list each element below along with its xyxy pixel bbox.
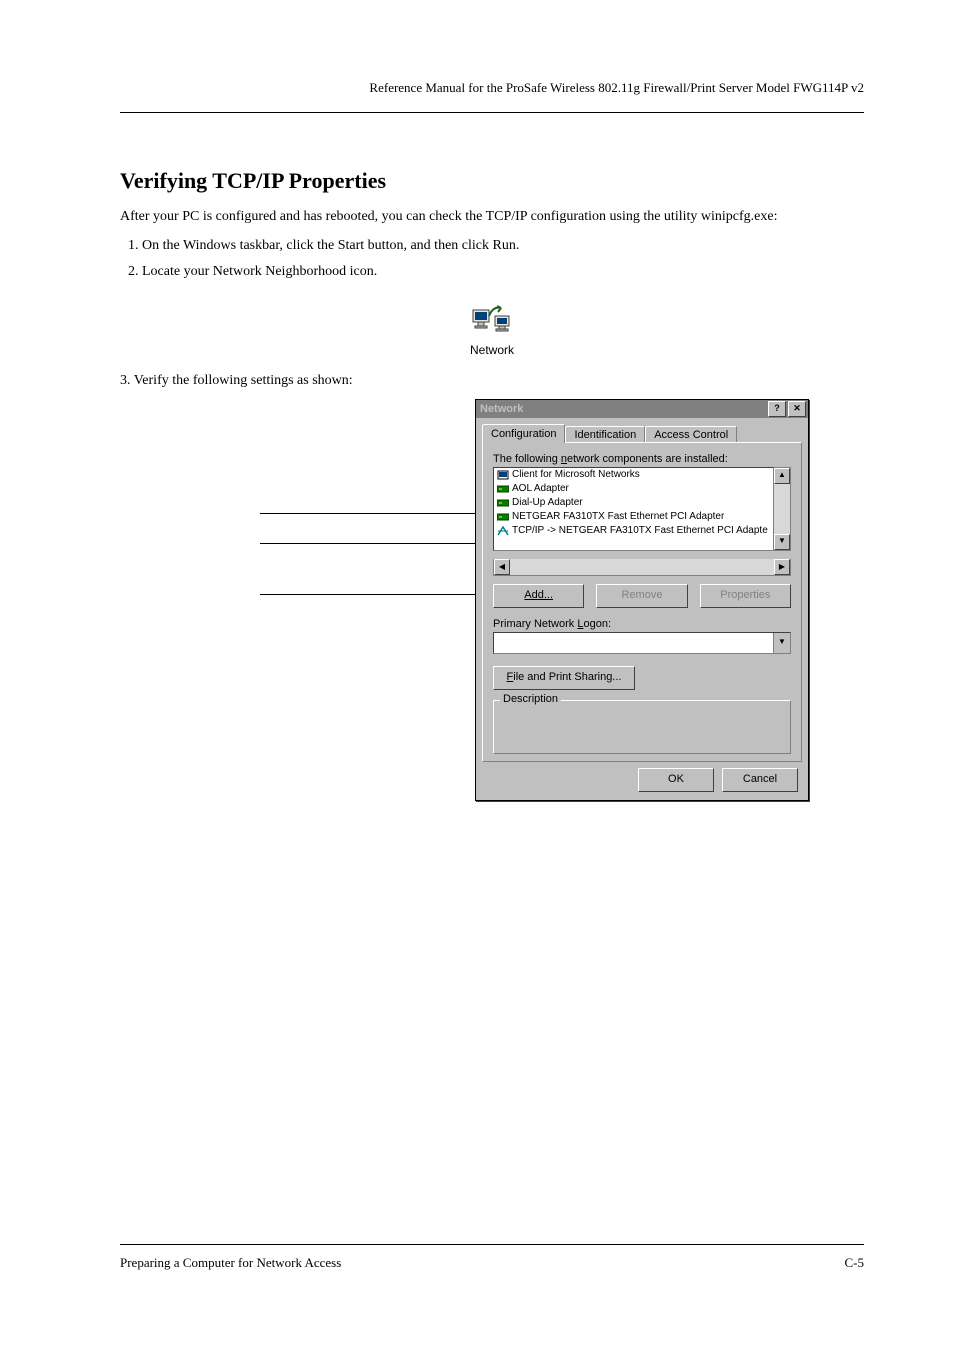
ok-button[interactable]: OK — [638, 768, 714, 792]
header-right: Reference Manual for the ProSafe Wireles… — [120, 80, 864, 96]
callout-line-3 — [260, 594, 490, 595]
tab-panel: The following network components are ins… — [482, 442, 802, 762]
file-print-sharing-button[interactable]: FFile and Print Sharing...ile and Print … — [493, 666, 635, 690]
network-icon — [471, 302, 513, 336]
list-item[interactable]: Client for Microsoft Networks — [494, 468, 773, 482]
section-title: Verifying TCP/IP Properties — [120, 168, 864, 194]
adapter-icon — [496, 497, 510, 509]
callout-line-2 — [260, 543, 475, 544]
scroll-right-icon[interactable]: ▶ — [774, 559, 790, 575]
tabstrip: Configuration Identification Access Cont… — [482, 422, 802, 442]
network-dialog: Network ? ✕ Configuration Identification… — [475, 399, 809, 801]
components-label: The following network components are ins… — [493, 453, 791, 465]
tab-identification[interactable]: Identification — [565, 426, 645, 443]
hscrollbar[interactable]: ◀ ▶ — [493, 559, 791, 576]
list-item[interactable]: NETGEAR FA310TX Fast Ethernet PCI Adapte… — [494, 510, 773, 524]
client-icon — [496, 469, 510, 481]
scroll-left-icon[interactable]: ◀ — [494, 559, 510, 575]
step-2: Locate your Network Neighborhood icon. — [142, 261, 864, 283]
close-button[interactable]: ✕ — [788, 401, 806, 417]
dialog-title: Network — [478, 403, 766, 415]
remove-button: Remove — [596, 584, 687, 608]
primary-logon-combo[interactable]: ▼ — [493, 632, 791, 654]
page-footer: Preparing a Computer for Network Access … — [120, 1244, 864, 1271]
protocol-icon — [496, 525, 510, 537]
steps-list: On the Windows taskbar, click the Start … — [142, 235, 864, 284]
header-rule — [120, 100, 864, 113]
step-3-lead: 3. Verify the following settings as show… — [120, 373, 864, 389]
primary-logon-label: Primary Network Logon: — [493, 618, 791, 630]
titlebar: Network ? ✕ — [476, 400, 808, 418]
adapter-icon — [496, 511, 510, 523]
chevron-down-icon[interactable]: ▼ — [773, 633, 790, 653]
properties-button: Properties — [700, 584, 791, 608]
scroll-up-icon[interactable]: ▲ — [774, 468, 790, 484]
description-groupbox: Description — [493, 700, 791, 754]
tab-access-control[interactable]: Access Control — [645, 426, 737, 443]
network-icon-label: Network — [120, 343, 864, 357]
components-listbox[interactable]: Client for Microsoft Networks AOL Adapte… — [493, 467, 774, 551]
cancel-button[interactable]: Cancel — [722, 768, 798, 792]
list-item[interactable]: TCP/IP -> NETGEAR FA310TX Fast Ethernet … — [494, 524, 773, 538]
footer-left: Preparing a Computer for Network Access — [120, 1255, 341, 1271]
adapter-icon — [496, 483, 510, 495]
callout-line-1 — [260, 513, 480, 514]
footer-right: C-5 — [845, 1255, 865, 1271]
help-button[interactable]: ? — [768, 401, 786, 417]
description-legend: Description — [500, 693, 561, 705]
list-item[interactable]: AOL Adapter — [494, 482, 773, 496]
intro-paragraph: After your PC is configured and has rebo… — [120, 206, 864, 227]
vscrollbar[interactable]: ▲ ▼ — [774, 467, 791, 551]
tab-configuration[interactable]: Configuration — [482, 424, 565, 443]
scroll-down-icon[interactable]: ▼ — [774, 534, 790, 550]
add-button[interactable]: Add... — [493, 584, 584, 608]
list-item[interactable]: Dial-Up Adapter — [494, 496, 773, 510]
step-1: On the Windows taskbar, click the Start … — [142, 235, 864, 257]
